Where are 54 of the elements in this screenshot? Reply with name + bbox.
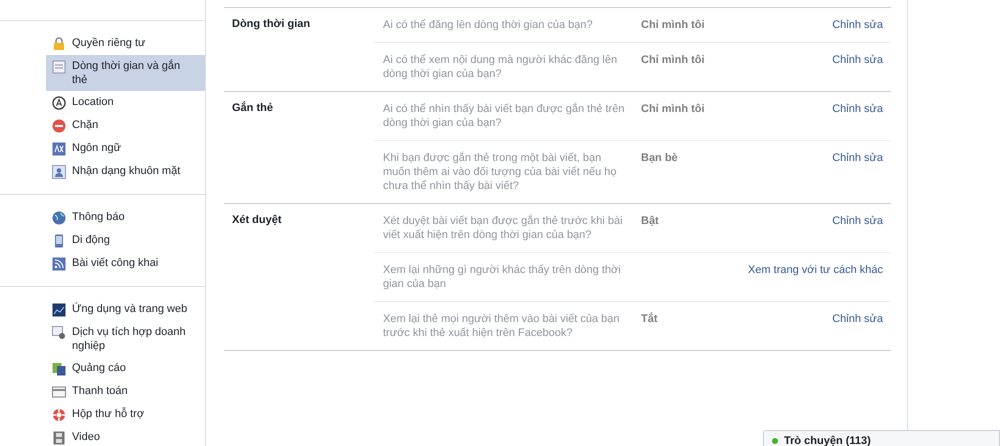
sidebar-item[interactable]: Video: [46, 426, 205, 446]
sidebar-item[interactable]: Dòng thời gian và gắn thẻ: [46, 55, 205, 91]
phone-icon: [52, 234, 66, 248]
gear-icon: [52, 326, 66, 340]
location-icon: [52, 96, 66, 110]
setting-value: Chỉ mình tôi: [641, 19, 705, 31]
setting-question: Ai có thể đăng lên dòng thời gian của bạn?: [383, 18, 594, 32]
film-icon: [52, 431, 66, 445]
edit-link[interactable]: Xem trang với tư cách khác: [748, 264, 883, 276]
sidebar-item[interactable]: Quảng cáo: [46, 357, 205, 380]
lock-icon: [52, 37, 66, 51]
sidebar-item[interactable]: Ngôn ngữ: [46, 137, 205, 160]
setting-question: Ai có thể xem nội dung mà người khác đăng lên dòng thời gian của bạn?: [383, 53, 618, 81]
chart-icon: [52, 303, 66, 317]
sidebar-item[interactable]: Thanh toán: [46, 380, 205, 403]
sidebar-item[interactable]: Dịch vụ tích hợp doanh nghiệp: [46, 321, 205, 357]
sidebar-item[interactable]: Nhận dạng khuôn mặt: [46, 160, 205, 183]
sidebar-item[interactable]: Thông báo: [46, 206, 205, 229]
edit-link[interactable]: Chỉnh sửa: [832, 152, 883, 164]
setting-value: Bật: [641, 215, 659, 227]
setting-question: Khi bạn được gắn thẻ trong một bài viết, bạn muốn thêm ai vào đối tượng của bài viết nếu họ chưa thể nhìn thấy bài viết?: [383, 151, 618, 193]
setting-value: Tắt: [641, 313, 658, 325]
globe-icon: [52, 211, 66, 225]
setting-question: Ai có thể nhìn thấy bài viết bạn được gắn thẻ trên dòng thời gian của bạn?: [383, 102, 626, 130]
setting-value: Chỉ mình tôi: [641, 54, 705, 66]
edit-link[interactable]: Chỉnh sửa: [832, 313, 883, 325]
feed-icon: [52, 257, 66, 271]
section-title: Xét duyệt: [231, 213, 283, 228]
sidebar-item[interactable]: Hộp thư hỗ trợ: [46, 403, 205, 426]
language-icon: [52, 142, 66, 156]
sidebar-item[interactable]: Di động: [46, 229, 205, 252]
portrait-icon: [52, 165, 66, 179]
block-icon: [52, 119, 66, 133]
sidebar-item[interactable]: Chặn: [46, 114, 205, 137]
setting-question: Xem lại những gì người khác thấy trên dòng thời gian của bạn: [383, 263, 622, 291]
edit-link[interactable]: Chỉnh sửa: [832, 103, 883, 115]
ads-icon: [52, 362, 66, 376]
section-title: Gắn thẻ: [231, 100, 274, 116]
setting-value: Chỉ mình tôi: [641, 103, 705, 115]
setting-question: Xem lại thẻ mọi người thêm vào bài viết của bạn trước khi thẻ xuất hiện trên Facebook?: [383, 312, 621, 340]
edit-link[interactable]: Chỉnh sửa: [832, 54, 883, 66]
sidebar-item[interactable]: Location: [46, 91, 205, 114]
section-title: Dòng thời gian: [231, 17, 312, 32]
setting-question: Xét duyệt bài viết bạn được gắn thẻ trước khi bài viết xuất hiện trên dòng thời gian của bạn?: [383, 214, 624, 242]
sidebar-item[interactable]: Ứng dụng và trang web: [46, 298, 205, 321]
sidebar-item[interactable]: Quyền riêng tư: [46, 32, 205, 55]
list-icon: [52, 60, 66, 74]
chat-bar[interactable]: Trò chuyện (113): [763, 430, 1000, 446]
edit-link[interactable]: Chỉnh sửa: [832, 19, 883, 31]
lifebuoy-icon: [52, 408, 66, 422]
sidebar-item[interactable]: Bài viết công khai: [46, 252, 205, 275]
setting-value: Bạn bè: [641, 152, 678, 164]
card-icon: [52, 385, 66, 399]
edit-link[interactable]: Chỉnh sửa: [832, 215, 883, 227]
